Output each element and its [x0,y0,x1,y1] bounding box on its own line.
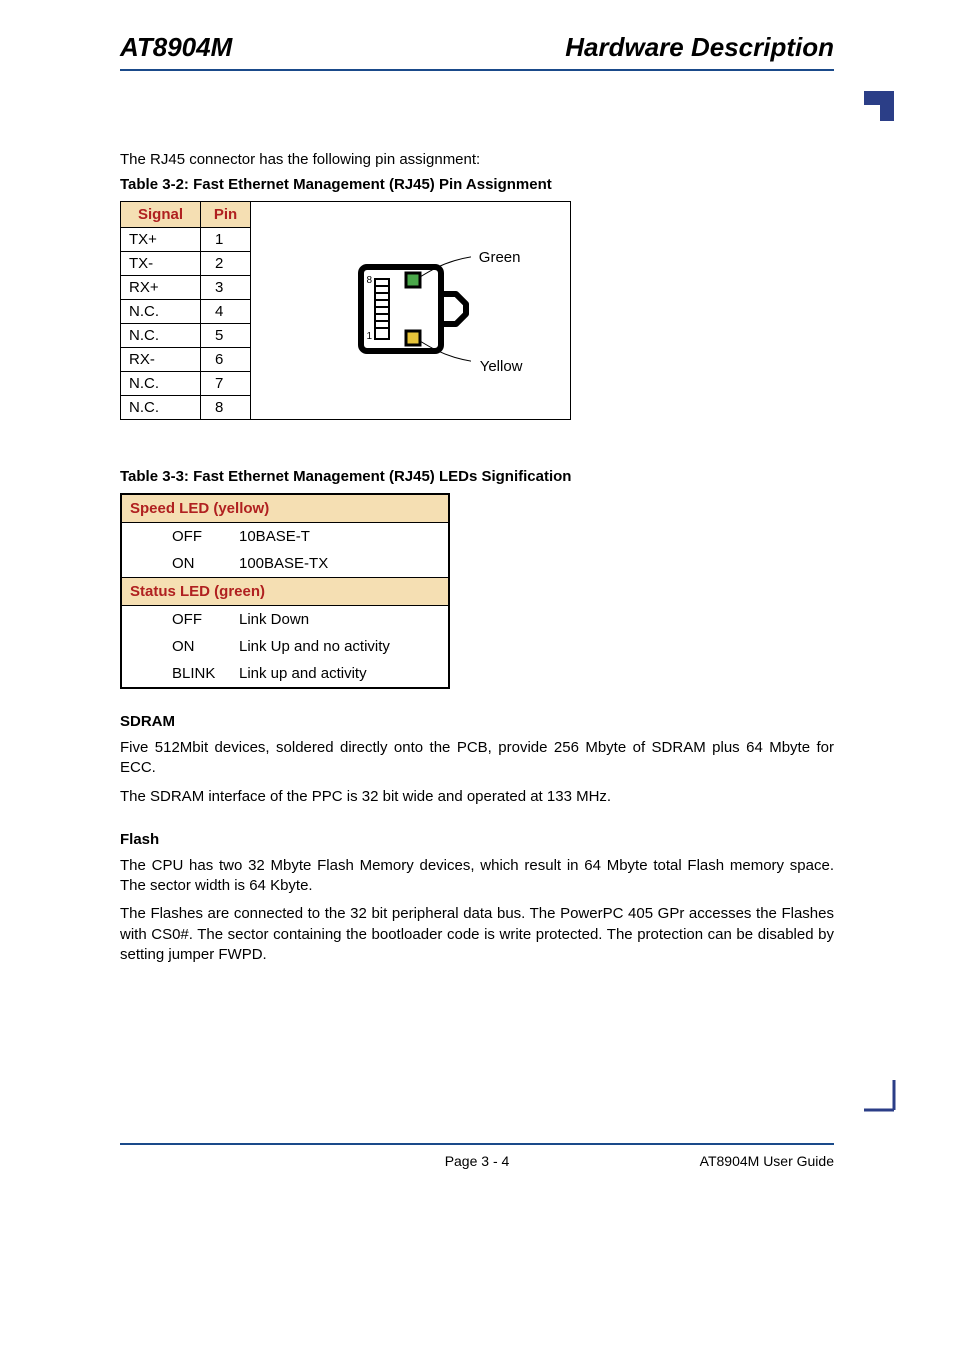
pin-1-label: 1 [366,331,372,342]
rj45-diagram: 8 1 Green Yellow [351,249,471,373]
table-row: BLINKLink up and activity [121,660,449,688]
table-3-2-caption: Table 3-2: Fast Ethernet Management (RJ4… [120,176,834,193]
led-yellow-label: Yellow [480,358,523,375]
table-3-3-caption: Table 3-3: Fast Ethernet Management (RJ4… [120,468,834,485]
table-row: OFF10BASE-T [121,523,449,551]
table-row: ONLink Up and no activity [121,633,449,660]
sdram-paragraph-1: Five 512Mbit devices, soldered directly … [120,738,834,779]
flash-heading: Flash [120,831,834,848]
th-signal: Signal [121,202,201,228]
page-header: AT8904M Hardware Description [120,32,834,71]
footer-guide-name: AT8904M User Guide [634,1153,834,1169]
table-row: ON100BASE-TX [121,550,449,578]
pin-8-label: 8 [366,275,372,286]
sdram-heading: SDRAM [120,713,834,730]
table-row: OFFLink Down [121,606,449,634]
table-3-2: Signal Pin [120,201,571,420]
rj45-diagram-cell: 8 1 Green Yellow [251,202,571,420]
th-pin: Pin [201,202,251,228]
status-led-section: Status LED (green) [121,578,449,606]
intro-text: The RJ45 connector has the following pin… [120,151,834,168]
header-product: AT8904M [120,32,232,63]
speed-led-section: Speed LED (yellow) [121,494,449,523]
page-footer: Page 3 - 4 AT8904M User Guide [120,1143,834,1169]
led-green-label: Green [479,249,521,266]
footer-page-number: Page 3 - 4 [320,1153,634,1169]
corner-crop-mark-top [120,91,834,131]
table-3-3: Speed LED (yellow) OFF10BASE-T ON100BASE… [120,493,450,689]
sdram-paragraph-2: The SDRAM interface of the PPC is 32 bit… [120,787,834,807]
flash-paragraph-1: The CPU has two 32 Mbyte Flash Memory de… [120,856,834,897]
flash-paragraph-2: The Flashes are connected to the 32 bit … [120,904,834,965]
header-section: Hardware Description [565,32,834,63]
